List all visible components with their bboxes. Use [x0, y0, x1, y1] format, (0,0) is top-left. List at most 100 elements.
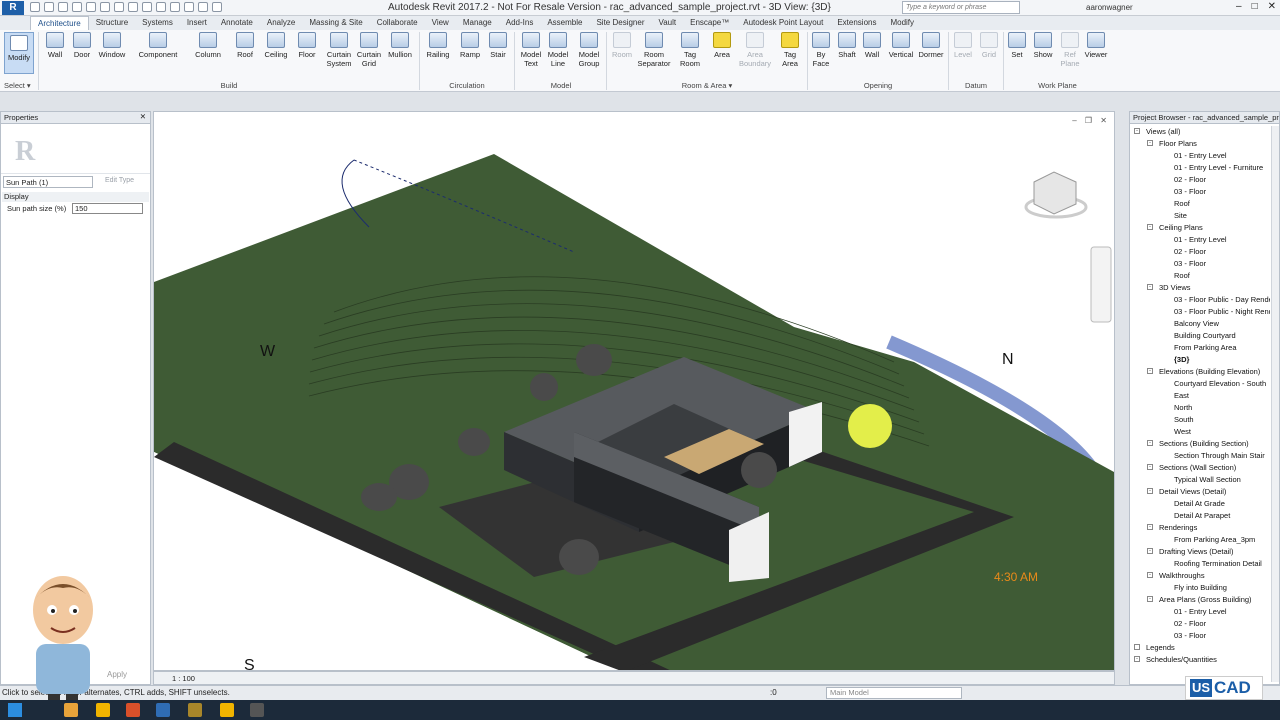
- tab-enscape[interactable]: Enscape™: [683, 16, 736, 30]
- wall-button[interactable]: Wall: [44, 32, 66, 59]
- tag-room-button[interactable]: Tag Room: [677, 32, 703, 68]
- start-icon[interactable]: [8, 703, 22, 717]
- tree-node[interactable]: - Area Plans (Gross Building): [1130, 594, 1270, 606]
- view-window-controls[interactable]: – ❐ ✕: [1072, 116, 1110, 125]
- minimize-icon[interactable]: –: [1236, 1, 1242, 12]
- save-icon[interactable]: [44, 2, 54, 12]
- tree-node[interactable]: - Renderings: [1130, 522, 1270, 534]
- show-button[interactable]: Show: [1031, 32, 1055, 59]
- tree-node[interactable]: Detail At Parapet: [1130, 510, 1270, 522]
- tree-node[interactable]: Courtyard Elevation - South: [1130, 378, 1270, 390]
- tree-toggle-icon[interactable]: -: [1147, 140, 1153, 146]
- tab-analyze[interactable]: Analyze: [260, 16, 302, 30]
- undo-icon[interactable]: [72, 2, 82, 12]
- tree-node[interactable]: Legends: [1130, 642, 1270, 654]
- text-icon[interactable]: [142, 2, 152, 12]
- tree-node[interactable]: Typical Wall Section: [1130, 474, 1270, 486]
- tree-node[interactable]: 01 - Entry Level: [1130, 606, 1270, 618]
- application-menu-button[interactable]: R: [2, 1, 24, 15]
- model-scene[interactable]: W N S 4:30 AM: [154, 112, 1115, 671]
- modify-button[interactable]: Modify: [4, 32, 34, 74]
- tree-toggle-icon[interactable]: -: [1147, 440, 1153, 446]
- tree-node[interactable]: 02 - Floor: [1130, 174, 1270, 186]
- area-boundary-button[interactable]: Area Boundary: [737, 32, 773, 68]
- tree-node[interactable]: 02 - Floor: [1130, 246, 1270, 258]
- room-separator-button[interactable]: Room Separator: [636, 32, 672, 68]
- thin-lines-icon[interactable]: [184, 2, 194, 12]
- tree-toggle-icon[interactable]: -: [1147, 224, 1153, 230]
- tree-node[interactable]: 01 - Entry Level: [1130, 234, 1270, 246]
- maximize-icon[interactable]: □: [1252, 1, 1258, 12]
- tree-node[interactable]: - Sections (Wall Section): [1130, 462, 1270, 474]
- edit-type-button[interactable]: Edit Type: [105, 177, 134, 184]
- tree-node[interactable]: - Walkthroughs: [1130, 570, 1270, 582]
- tree-node[interactable]: Roof: [1130, 270, 1270, 282]
- tree-toggle-icon[interactable]: -: [1147, 548, 1153, 554]
- by-face-button[interactable]: By Face: [810, 32, 832, 68]
- tree-node[interactable]: Detail At Grade: [1130, 498, 1270, 510]
- tab-view[interactable]: View: [425, 16, 456, 30]
- set-button[interactable]: Set: [1006, 32, 1028, 59]
- tab-structure[interactable]: Structure: [89, 16, 135, 30]
- room-area-panel-label[interactable]: Room & Area ▾: [609, 81, 805, 90]
- roof-button[interactable]: Roof: [233, 32, 257, 59]
- ref-plane-button[interactable]: Ref Plane: [1058, 32, 1082, 68]
- tab-autodesk-point-layout[interactable]: Autodesk Point Layout: [736, 16, 830, 30]
- tree-node[interactable]: - Sections (Building Section): [1130, 438, 1270, 450]
- tab-annotate[interactable]: Annotate: [214, 16, 260, 30]
- tree-toggle-icon[interactable]: -: [1147, 488, 1153, 494]
- view-cube[interactable]: [1024, 171, 1088, 219]
- tree-toggle-icon[interactable]: -: [1147, 524, 1153, 530]
- tree-node[interactable]: 01 - Entry Level - Furniture: [1130, 162, 1270, 174]
- media-taskbar-icon[interactable]: [250, 703, 264, 717]
- dormer-button[interactable]: Dormer: [916, 32, 946, 59]
- revit-taskbar-icon[interactable]: [156, 703, 170, 717]
- dimension-icon[interactable]: [128, 2, 138, 12]
- property-category[interactable]: Display: [2, 192, 149, 202]
- ramp-button[interactable]: Ramp: [457, 32, 483, 59]
- tree-toggle-icon[interactable]: -: [1147, 464, 1153, 470]
- tree-node[interactable]: - Drafting Views (Detail): [1130, 546, 1270, 558]
- active-model-selector[interactable]: Main Model: [826, 687, 962, 699]
- browser-taskbar-icon[interactable]: [220, 703, 234, 717]
- shaft-button[interactable]: Shaft: [835, 32, 859, 59]
- browser-scrollbar[interactable]: [1271, 126, 1279, 682]
- tree-toggle-icon[interactable]: -: [1134, 128, 1140, 134]
- tab-insert[interactable]: Insert: [180, 16, 214, 30]
- tab-vault[interactable]: Vault: [651, 16, 683, 30]
- tab-massing-site[interactable]: Massing & Site: [302, 16, 369, 30]
- search-input[interactable]: Type a keyword or phrase: [902, 1, 1020, 14]
- 3d-view-icon[interactable]: [156, 2, 166, 12]
- tag-area-button[interactable]: Tag Area: [777, 32, 803, 68]
- tree-node[interactable]: 03 - Floor: [1130, 258, 1270, 270]
- tab-modify[interactable]: Modify: [883, 16, 921, 30]
- railing-button[interactable]: Railing: [424, 32, 452, 59]
- ceiling-button[interactable]: Ceiling: [262, 32, 290, 59]
- vertical-button[interactable]: Vertical: [886, 32, 916, 59]
- tree-node[interactable]: East: [1130, 390, 1270, 402]
- tree-node[interactable]: {3D}: [1130, 354, 1270, 366]
- tree-node[interactable]: - Schedules/Quantities: [1130, 654, 1270, 666]
- close-icon[interactable]: ✕: [140, 112, 146, 121]
- tab-add-ins[interactable]: Add-Ins: [499, 16, 541, 30]
- view-scale[interactable]: 1 : 100: [172, 674, 195, 683]
- tree-node[interactable]: Section Through Main Stair: [1130, 450, 1270, 462]
- print-icon[interactable]: [100, 2, 110, 12]
- stair-button[interactable]: Stair: [486, 32, 510, 59]
- column-button[interactable]: Column: [193, 32, 223, 59]
- measure-icon[interactable]: [114, 2, 124, 12]
- redo-icon[interactable]: [86, 2, 96, 12]
- room-button[interactable]: Room: [609, 32, 635, 59]
- grid-button[interactable]: Grid: [977, 32, 1001, 59]
- curtain-system-button[interactable]: Curtain System: [324, 32, 354, 68]
- tab-collaborate[interactable]: Collaborate: [370, 16, 425, 30]
- area-button[interactable]: Area: [709, 32, 735, 59]
- curtain-grid-button[interactable]: Curtain Grid: [355, 32, 383, 68]
- tree-node[interactable]: South: [1130, 414, 1270, 426]
- tab-architecture[interactable]: Architecture: [30, 16, 89, 30]
- tree-node[interactable]: -3D Views: [1130, 282, 1270, 294]
- tree-node[interactable]: 03 - Floor: [1130, 186, 1270, 198]
- chrome-icon[interactable]: [96, 703, 110, 717]
- tree-node[interactable]: 01 - Entry Level: [1130, 150, 1270, 162]
- tree-node[interactable]: 03 - Floor Public - Day Rendering: [1130, 294, 1270, 306]
